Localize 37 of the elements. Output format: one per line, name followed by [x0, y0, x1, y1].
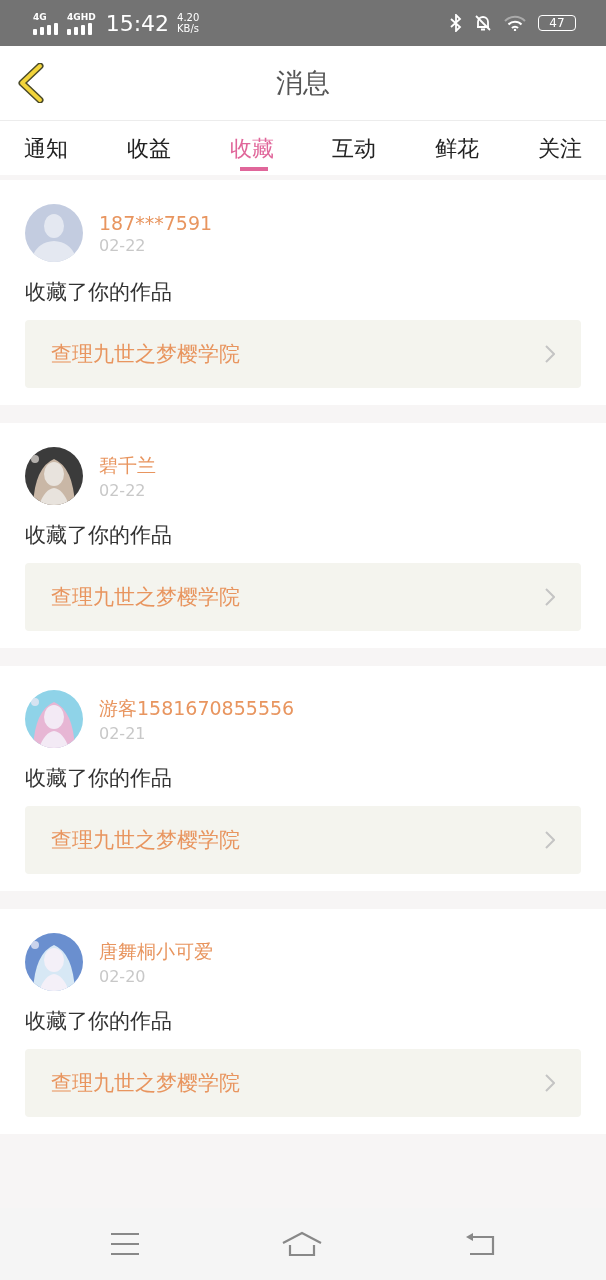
work-link[interactable]: 查理九世之梦樱学院 [25, 320, 581, 388]
message-text: 收藏了你的作品 [25, 279, 173, 306]
tab[interactable]: 鲜花 [421, 121, 494, 171]
user-name[interactable]: 碧千兰 [99, 452, 156, 479]
battery-icon: 47 [538, 15, 576, 31]
back-icon[interactable] [16, 63, 44, 103]
user-name[interactable]: 187***7591 [99, 211, 213, 234]
menu-icon[interactable] [110, 1232, 141, 1256]
bell-muted-icon [474, 14, 492, 32]
chevron-right-icon [545, 345, 555, 363]
home-icon[interactable] [281, 1231, 323, 1257]
wifi-icon [504, 15, 526, 31]
network-label: 4G [33, 11, 47, 22]
bluetooth-icon [450, 14, 462, 32]
speed-unit: KB/s [177, 23, 200, 34]
tab[interactable]: 关注 [524, 121, 596, 171]
work-link[interactable]: 查理九世之梦樱学院 [25, 563, 581, 631]
message-text: 收藏了你的作品 [25, 765, 173, 792]
network-speed: 4.20 [177, 12, 200, 23]
work-link[interactable]: 查理九世之梦樱学院 [25, 1049, 581, 1117]
work-link[interactable]: 查理九世之梦樱学院 [25, 806, 581, 874]
tab[interactable]: 收藏 [215, 121, 288, 171]
tab[interactable]: 通知 [10, 121, 82, 171]
signal-icon [33, 22, 59, 35]
chevron-right-icon [545, 1074, 555, 1092]
message-text: 收藏了你的作品 [25, 522, 173, 549]
message-text: 收藏了你的作品 [25, 1008, 173, 1035]
network-label: 4GHD [67, 11, 96, 22]
page-title: 消息 [276, 66, 330, 100]
tab[interactable]: 互动 [318, 121, 391, 171]
chevron-right-icon [545, 831, 555, 849]
clock: 15:42 [105, 10, 170, 36]
chevron-right-icon [545, 588, 555, 606]
user-name[interactable]: 游客1581670855556 [99, 695, 295, 722]
tab[interactable]: 收益 [112, 121, 185, 171]
user-name[interactable]: 唐舞桐小可爱 [99, 938, 213, 965]
signal-icon [67, 22, 93, 35]
